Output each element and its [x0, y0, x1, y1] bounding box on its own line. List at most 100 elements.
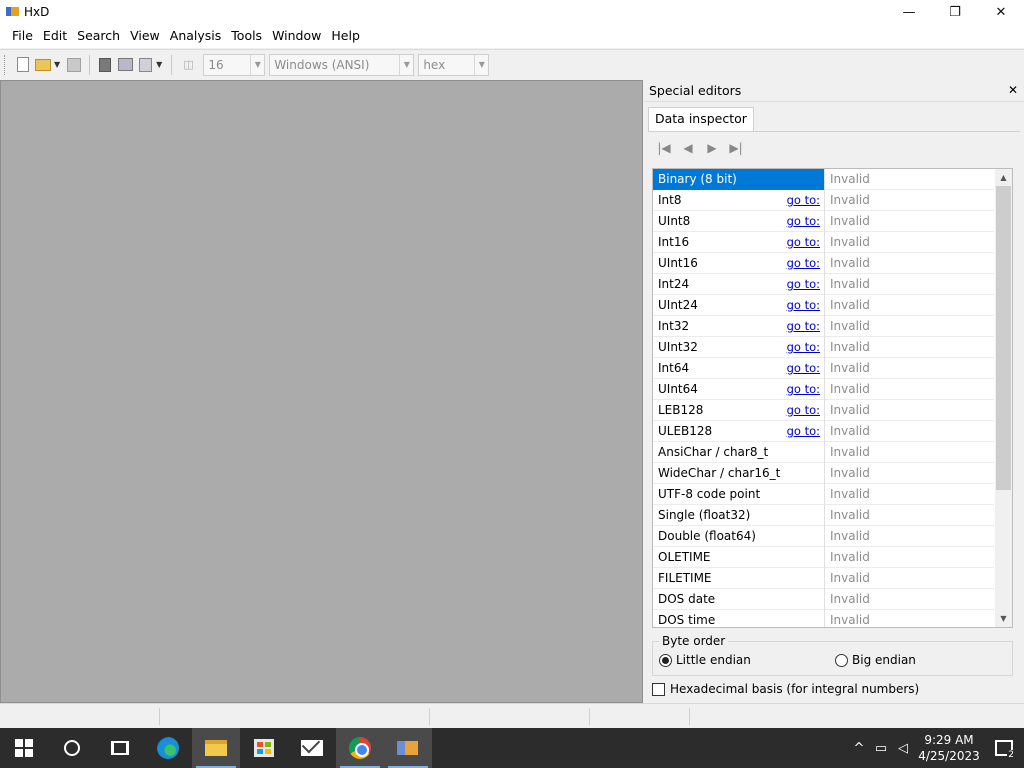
menu-help[interactable]: Help	[326, 24, 365, 48]
hex-basis-option[interactable]: Hexadecimal basis (for integral numbers)	[652, 682, 919, 696]
inspector-row[interactable]: AnsiChar / char8_t Invalid	[653, 442, 994, 463]
print-button[interactable]	[117, 57, 133, 73]
inspector-type-cell[interactable]: Int32 go to:	[653, 316, 825, 337]
maximize-button[interactable]: ❐	[932, 0, 978, 24]
tab-data-inspector[interactable]: Data inspector	[648, 107, 754, 131]
inspector-type-cell[interactable]: UInt16 go to:	[653, 253, 825, 274]
export-dropdown-arrow-icon[interactable]: ▼	[156, 60, 162, 69]
inspector-row[interactable]: Int24 go to: Invalid	[653, 274, 994, 295]
network-icon[interactable]: ▭	[870, 741, 892, 756]
menu-window[interactable]: Window	[267, 24, 326, 48]
next-icon[interactable]: ▶	[704, 140, 720, 156]
inspector-value-cell[interactable]: Invalid	[825, 589, 994, 610]
inspector-value-cell[interactable]: Invalid	[825, 358, 994, 379]
inspector-row[interactable]: DOS time Invalid	[653, 610, 994, 627]
big-endian-option[interactable]: Big endian	[835, 653, 916, 667]
inspector-type-cell[interactable]: Int16 go to:	[653, 232, 825, 253]
inspector-row[interactable]: Binary (8 bit) Invalid	[653, 169, 994, 190]
inspector-row[interactable]: Int32 go to: Invalid	[653, 316, 994, 337]
inspector-type-cell[interactable]: DOS date	[653, 589, 825, 610]
scrollbar-thumb[interactable]	[996, 186, 1011, 490]
save-button[interactable]	[66, 57, 82, 73]
menu-tools[interactable]: Tools	[226, 24, 267, 48]
goto-link[interactable]: go to:	[787, 379, 820, 399]
inspector-value-cell[interactable]: Invalid	[825, 568, 994, 589]
inspector-value-cell[interactable]: Invalid	[825, 274, 994, 295]
taskbar-hxd[interactable]	[384, 728, 432, 768]
inspector-value-cell[interactable]: Invalid	[825, 316, 994, 337]
inspector-row[interactable]: FILETIME Invalid	[653, 568, 994, 589]
close-file-button[interactable]	[97, 57, 113, 73]
menu-view[interactable]: View	[125, 24, 165, 48]
search-button[interactable]	[48, 728, 96, 768]
inspector-value-cell[interactable]: Invalid	[825, 463, 994, 484]
inspector-type-cell[interactable]: Int24 go to:	[653, 274, 825, 295]
inspector-row[interactable]: Int64 go to: Invalid	[653, 358, 994, 379]
chevron-down-icon[interactable]: ▼	[399, 54, 413, 75]
open-dropdown-arrow-icon[interactable]: ▼	[54, 60, 60, 69]
inspector-value-cell[interactable]: Invalid	[825, 526, 994, 547]
close-button[interactable]: ✕	[978, 0, 1024, 24]
open-file-button[interactable]	[35, 57, 51, 73]
menu-search[interactable]: Search	[72, 24, 125, 48]
inspector-row[interactable]: UInt24 go to: Invalid	[653, 295, 994, 316]
goto-link[interactable]: go to:	[787, 421, 820, 441]
taskbar-store[interactable]	[240, 728, 288, 768]
inspector-type-cell[interactable]: WideChar / char16_t	[653, 463, 825, 484]
goto-link[interactable]: go to:	[787, 253, 820, 273]
goto-link[interactable]: go to:	[787, 190, 820, 210]
inspector-value-cell[interactable]: Invalid	[825, 421, 994, 442]
taskbar-edge[interactable]	[144, 728, 192, 768]
first-icon[interactable]: |◀	[656, 140, 672, 156]
new-file-button[interactable]	[15, 57, 31, 73]
inspector-value-cell[interactable]: Invalid	[825, 337, 994, 358]
inspector-row[interactable]: UInt32 go to: Invalid	[653, 337, 994, 358]
menu-file[interactable]: File	[7, 24, 38, 48]
volume-muted-icon[interactable]: ◁	[892, 741, 914, 756]
chevron-down-icon[interactable]: ▼	[250, 54, 264, 75]
goto-link[interactable]: go to:	[787, 337, 820, 357]
offset-base-combo[interactable]: hex ▼	[418, 53, 490, 76]
inspector-value-cell[interactable]: Invalid	[825, 190, 994, 211]
goto-link[interactable]: go to:	[787, 211, 820, 231]
export-button[interactable]	[137, 57, 153, 73]
chevron-up-icon[interactable]: ^	[848, 741, 870, 756]
inspector-type-cell[interactable]: UInt8 go to:	[653, 211, 825, 232]
inspector-type-cell[interactable]: Double (float64)	[653, 526, 825, 547]
vertical-scrollbar[interactable]: ▲ ▼	[995, 169, 1012, 627]
goto-link[interactable]: go to:	[787, 232, 820, 252]
inspector-value-cell[interactable]: Invalid	[825, 169, 994, 190]
inspector-value-cell[interactable]: Invalid	[825, 253, 994, 274]
inspector-type-cell[interactable]: Int64 go to:	[653, 358, 825, 379]
inspector-value-cell[interactable]: Invalid	[825, 610, 994, 627]
inspector-row[interactable]: UInt64 go to: Invalid	[653, 379, 994, 400]
inspector-value-cell[interactable]: Invalid	[825, 295, 994, 316]
goto-link[interactable]: go to:	[787, 358, 820, 378]
inspector-row[interactable]: Int16 go to: Invalid	[653, 232, 994, 253]
inspector-type-cell[interactable]: Binary (8 bit)	[653, 169, 825, 190]
inspector-type-cell[interactable]: UInt32 go to:	[653, 337, 825, 358]
inspector-value-cell[interactable]: Invalid	[825, 232, 994, 253]
previous-icon[interactable]: ◀	[680, 140, 696, 156]
notifications-button[interactable]: 2	[984, 728, 1024, 768]
inspector-row[interactable]: Double (float64) Invalid	[653, 526, 994, 547]
inspector-grid[interactable]: Binary (8 bit) Invalid Int8 go to: Invalid UI…	[652, 168, 1013, 628]
minimize-button[interactable]: —	[886, 0, 932, 24]
inspector-type-cell[interactable]: FILETIME	[653, 568, 825, 589]
editor-area[interactable]	[0, 80, 643, 703]
inspector-row[interactable]: OLETIME Invalid	[653, 547, 994, 568]
toolbar-grip[interactable]	[4, 54, 7, 75]
inspector-type-cell[interactable]: UTF-8 code point	[653, 484, 825, 505]
inspector-row[interactable]: LEB128 go to: Invalid	[653, 400, 994, 421]
task-view-button[interactable]	[96, 728, 144, 768]
inspector-value-cell[interactable]: Invalid	[825, 400, 994, 421]
goto-link[interactable]: go to:	[787, 295, 820, 315]
clock[interactable]: 9:29 AM 4/25/2023	[914, 732, 984, 764]
charset-combo[interactable]: Windows (ANSI) ▼	[269, 53, 415, 76]
inspector-row[interactable]: Int8 go to: Invalid	[653, 190, 994, 211]
taskbar-file-explorer[interactable]	[192, 728, 240, 768]
inspector-type-cell[interactable]: UInt64 go to:	[653, 379, 825, 400]
inspector-row[interactable]: DOS date Invalid	[653, 589, 994, 610]
inspector-value-cell[interactable]: Invalid	[825, 505, 994, 526]
goto-link[interactable]: go to:	[787, 316, 820, 336]
